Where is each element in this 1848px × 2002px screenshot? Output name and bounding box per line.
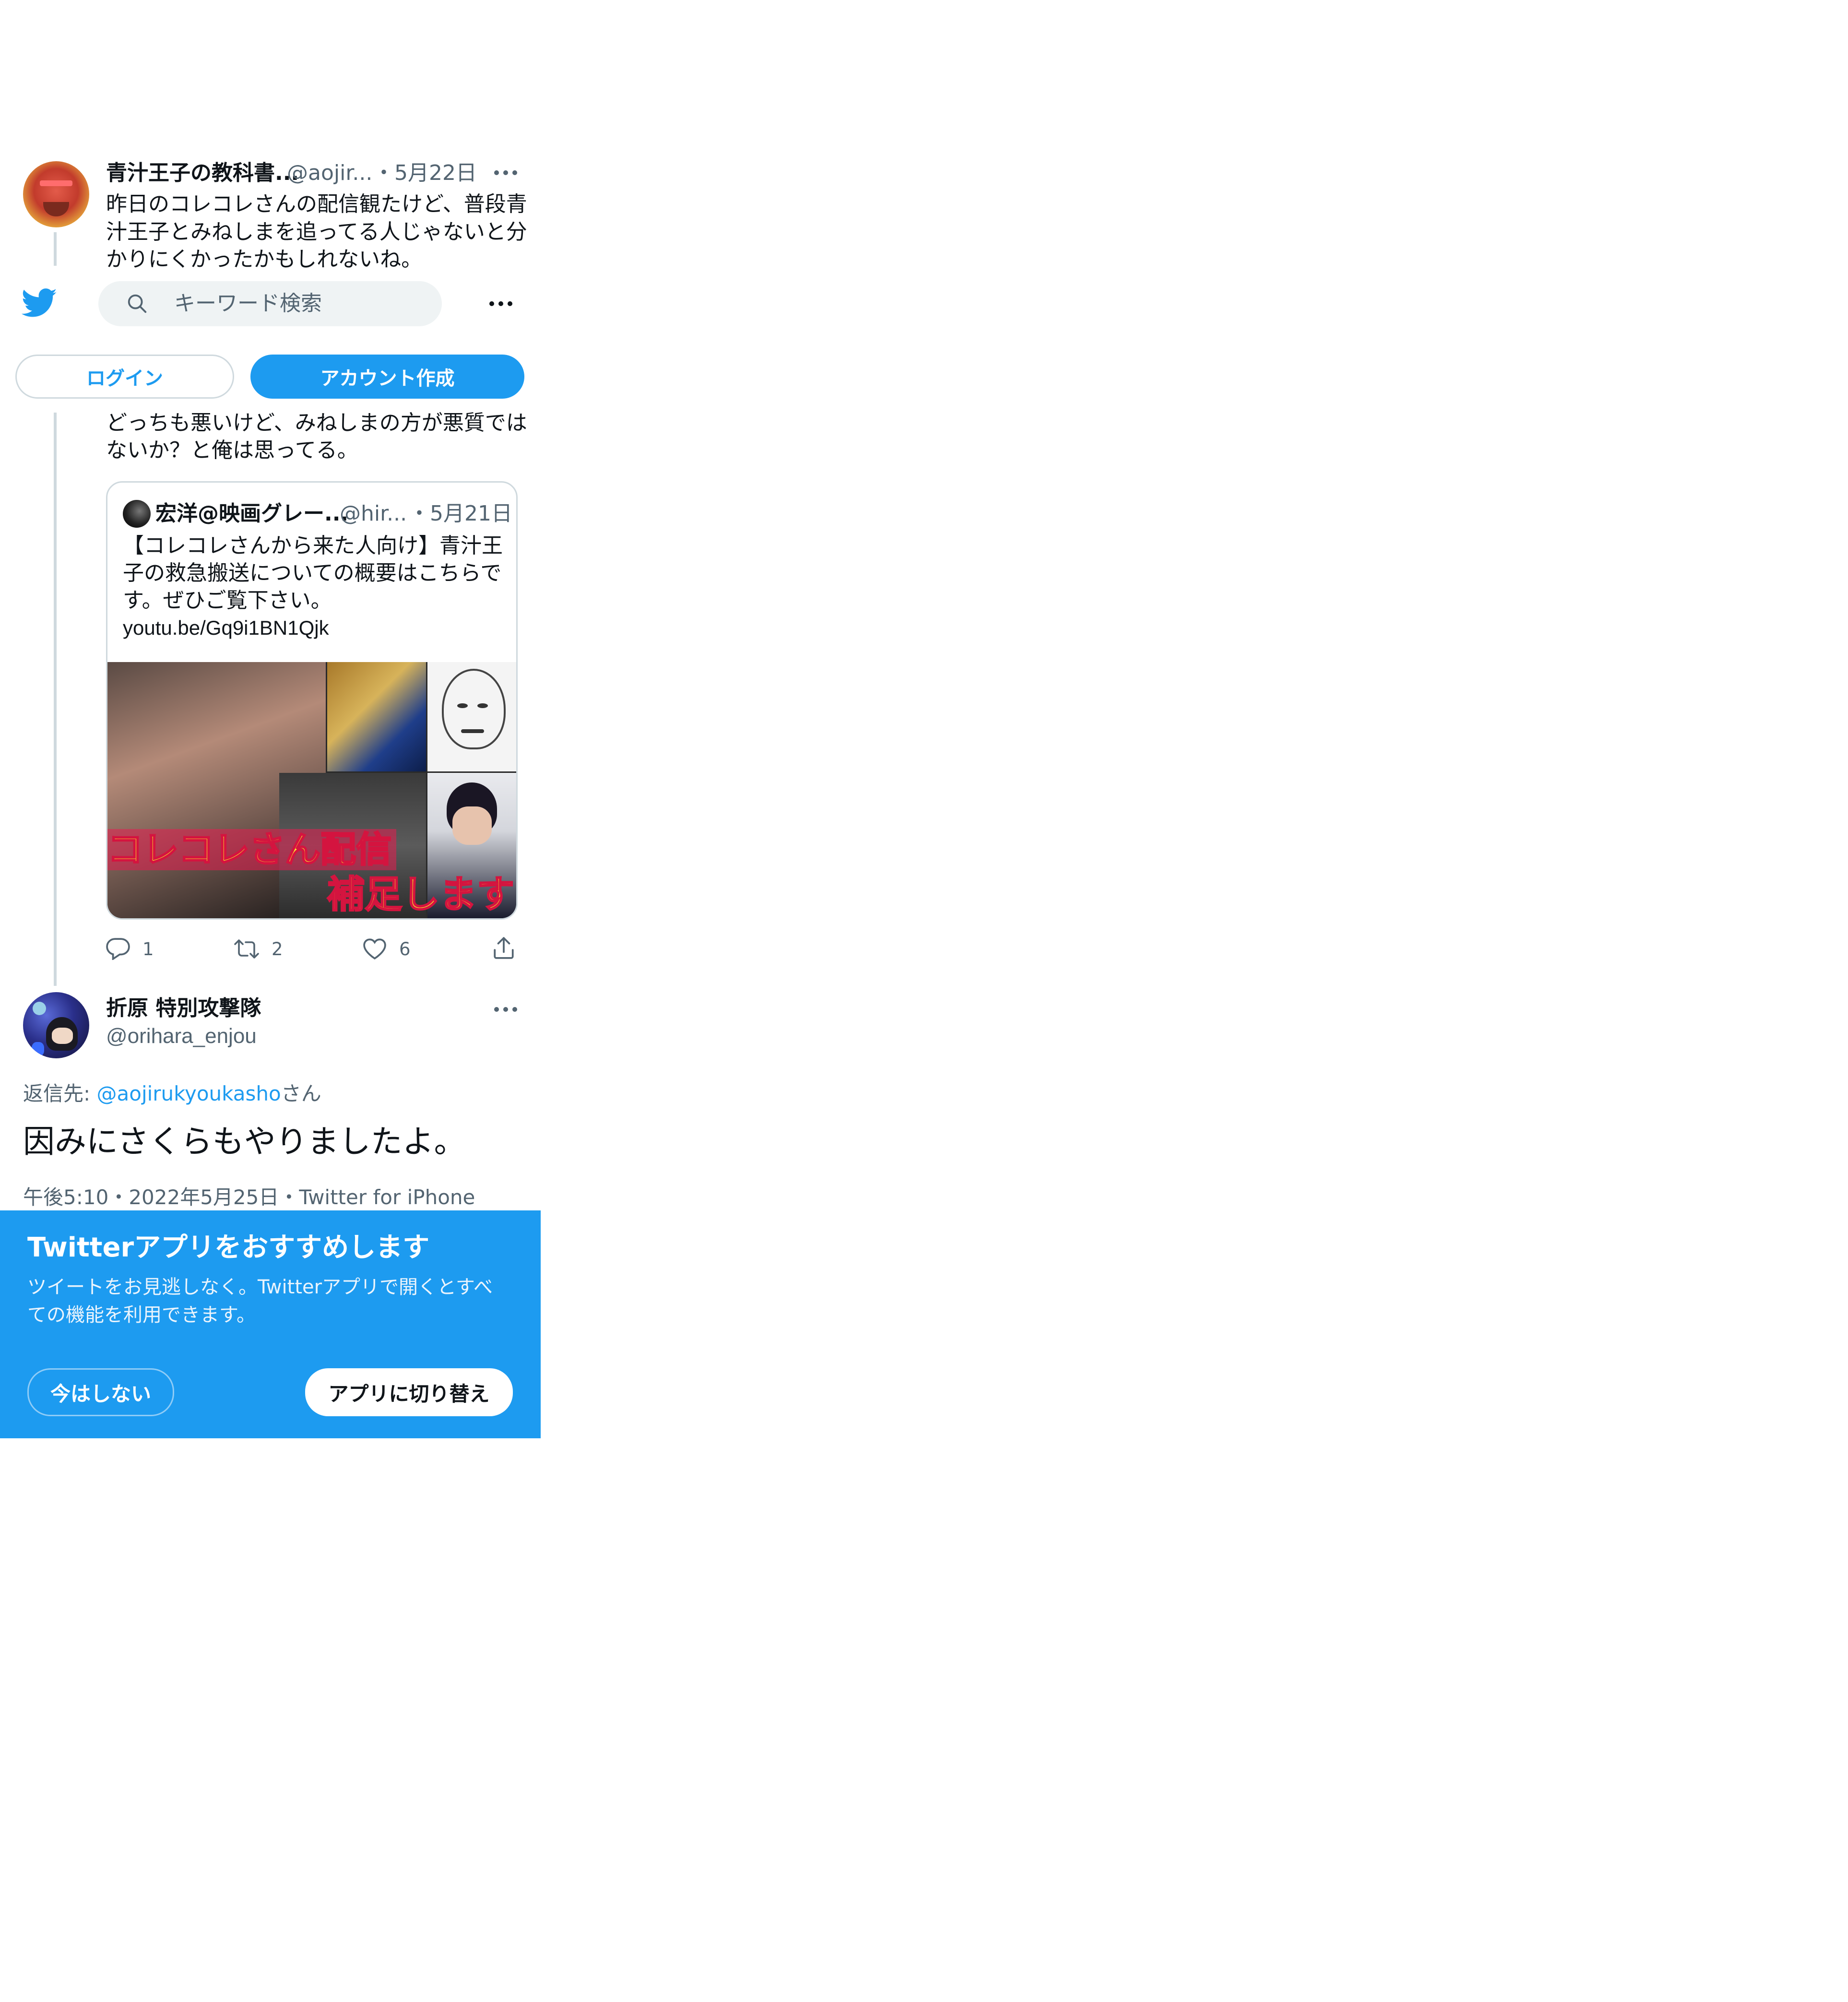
share-icon	[494, 937, 514, 959]
main-handle[interactable]: @orihara_enjou	[106, 1022, 257, 1050]
thread-line	[54, 232, 57, 266]
retweet-icon	[234, 939, 259, 959]
like-count: 6	[399, 938, 411, 960]
thread-line	[54, 413, 57, 986]
main-tweet-meta: 午後5:10・2022年5月25日・Twitter for iPhone	[23, 1185, 475, 1209]
login-button-label: ログイン	[86, 367, 163, 390]
thumb-caption-1: コレコレさん配信	[107, 829, 396, 871]
signup-button-label: アカウント作成	[320, 367, 455, 390]
reply-action[interactable]: 1	[106, 938, 154, 960]
signup-button[interactable]: アカウント作成	[250, 355, 524, 399]
reply-count: 1	[142, 938, 154, 960]
parent-text-line-2: 汁王子とみねしまを追ってる人じゃないと分	[106, 220, 527, 244]
app-banner: Twitterアプリをおすすめします ツイートをお見逃しなく。Twitterアプ…	[0, 1210, 541, 1438]
app-banner-body-1: ツイートをお見逃しなく。Twitterアプリで開くとすべ	[27, 1276, 493, 1298]
share-action[interactable]	[492, 936, 515, 960]
reply-context: 返信先: @aojirukyoukashoさん	[23, 1080, 321, 1107]
quote-link[interactable]: youtu.be/Gq9i1BN1Qjk	[123, 614, 329, 641]
main-more-icon[interactable]	[494, 1007, 517, 1012]
parent-text-line-5: ないか？と俺は思ってる。	[106, 438, 358, 462]
parent-display-name[interactable]: 青汁王子の教科書...	[106, 159, 299, 187]
retweet-action[interactable]: 2	[234, 938, 283, 960]
quote-text-line-2: 子の救急搬送についての概要はこちらで	[123, 561, 502, 585]
reply-prefix: 返信先:	[23, 1082, 97, 1105]
app-banner-title: Twitterアプリをおすすめします	[27, 1232, 430, 1263]
thumb-photo-2	[327, 662, 426, 771]
parent-date[interactable]: ・5月22日	[373, 159, 477, 187]
reply-to-link[interactable]: @aojirukyoukasho	[97, 1082, 281, 1105]
search-bar[interactable]: キーワード検索	[98, 281, 442, 326]
quoted-tweet-card[interactable]: 宏洋@映画グレー... @hir... ・5月21日 【コレコレさんから来た人向…	[106, 481, 518, 920]
like-icon	[363, 938, 386, 960]
app-banner-body-2: ての機能を利用できます。	[27, 1304, 256, 1326]
switch-to-app-button[interactable]: アプリに切り替え	[305, 1368, 513, 1416]
reply-suffix: さん	[281, 1082, 321, 1105]
parent-text-line-4: どっちも悪いけど、みねしまの方が悪質では	[106, 411, 527, 435]
main-tweet-text: 因みにさくらもやりましたよ。	[23, 1123, 466, 1160]
switch-button-label: アプリに切り替え	[328, 1382, 490, 1406]
retweet-count: 2	[272, 938, 283, 960]
dismiss-button[interactable]: 今はしない	[27, 1368, 174, 1416]
parent-avatar[interactable]	[23, 161, 89, 227]
parent-text-line-3: かりにくかったかもしれないね。	[106, 247, 423, 272]
quote-handle: @hir...	[340, 501, 407, 526]
top-nav: キーワード検索 ログイン アカウント作成	[0, 272, 541, 403]
quote-display-name: 宏洋@映画グレー...	[155, 501, 349, 526]
search-icon	[128, 294, 147, 313]
main-avatar[interactable]	[23, 992, 89, 1058]
thumb-illustration	[427, 662, 516, 771]
more-icon[interactable]	[489, 301, 512, 306]
login-button[interactable]: ログイン	[15, 355, 234, 399]
like-action[interactable]: 6	[363, 938, 411, 960]
parent-text-line-1: 昨日のコレコレさんの配信観たけど、普段青	[106, 192, 527, 216]
reply-icon	[106, 938, 130, 960]
quote-text-line-3: す。ぜひご覧下さい。	[123, 588, 332, 613]
quote-date: ・5月21日	[409, 501, 512, 526]
main-display-name[interactable]: 折原 特別攻撃隊	[106, 995, 261, 1022]
parent-more-icon[interactable]	[494, 170, 517, 175]
quote-text-line-1: 【コレコレさんから来た人向け】青汁王	[123, 533, 503, 558]
quote-thumbnail[interactable]: コレコレさん配信 補足します	[107, 662, 516, 918]
thumb-caption-2: 補足します	[326, 873, 515, 917]
search-input[interactable]: キーワード検索	[174, 290, 322, 317]
quote-avatar	[123, 500, 151, 528]
parent-handle[interactable]: @aojir...	[287, 159, 372, 187]
dismiss-button-label: 今はしない	[50, 1382, 151, 1406]
twitter-bird-icon[interactable]	[22, 288, 58, 318]
